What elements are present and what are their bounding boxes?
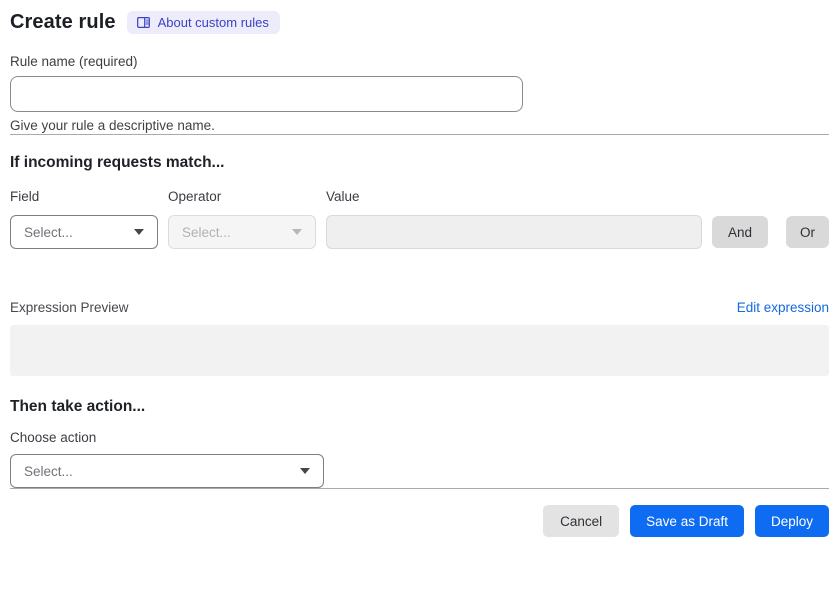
about-custom-rules-link[interactable]: About custom rules	[126, 10, 280, 34]
field-select-value: Select...	[24, 224, 73, 240]
operator-label: Operator	[168, 189, 222, 204]
book-docs-icon	[136, 15, 151, 30]
rule-name-help-text: Give your rule a descriptive name.	[10, 118, 215, 133]
rule-name-input[interactable]	[10, 76, 523, 112]
operator-column: Operator Select...	[168, 189, 316, 249]
chevron-down-icon	[292, 229, 302, 235]
match-criteria-row: Field Select... Operator Select... Value…	[10, 189, 829, 249]
page-header: Create rule About custom rules	[10, 9, 829, 35]
save-as-draft-button[interactable]: Save as Draft	[630, 505, 744, 537]
match-section-heading: If incoming requests match...	[10, 154, 225, 171]
value-column: Value	[326, 189, 702, 249]
choose-action-label: Choose action	[10, 430, 97, 445]
footer-actions: Cancel Save as Draft Deploy	[10, 505, 829, 537]
expression-preview-label: Expression Preview	[10, 300, 129, 315]
page-title: Create rule	[10, 11, 116, 33]
deploy-button[interactable]: Deploy	[754, 505, 829, 537]
chevron-down-icon	[300, 468, 310, 474]
edit-expression-link[interactable]: Edit expression	[737, 300, 829, 315]
operator-select: Select...	[168, 215, 316, 249]
footer-divider	[10, 488, 829, 489]
field-label: Field	[10, 189, 40, 204]
choose-action-select[interactable]: Select...	[10, 454, 324, 488]
action-section-heading: Then take action...	[10, 398, 146, 415]
value-label: Value	[326, 189, 360, 204]
operator-select-value: Select...	[182, 224, 231, 240]
create-rule-page: Create rule About custom rules Rule name…	[0, 0, 839, 597]
field-column: Field Select...	[10, 189, 158, 249]
chevron-down-icon	[134, 229, 144, 235]
or-button[interactable]: Or	[786, 216, 829, 248]
choose-action-value: Select...	[24, 463, 73, 479]
section-divider	[10, 134, 829, 135]
and-button[interactable]: And	[711, 216, 768, 248]
value-input	[326, 215, 702, 249]
expression-preview-box	[10, 325, 829, 376]
cancel-button[interactable]: Cancel	[543, 505, 620, 537]
rule-name-label: Rule name (required)	[10, 54, 138, 69]
expression-preview-header: Expression Preview Edit expression	[10, 299, 829, 316]
field-select[interactable]: Select...	[10, 215, 158, 249]
about-custom-rules-label: About custom rules	[157, 14, 269, 30]
